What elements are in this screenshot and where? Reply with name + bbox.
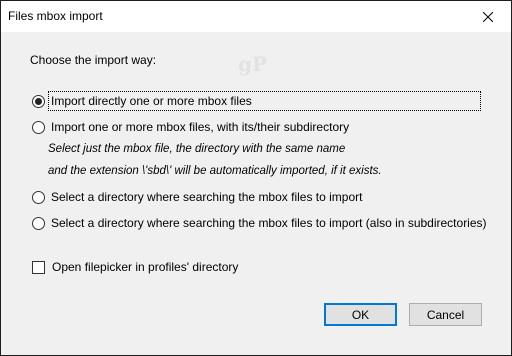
- import-dialog: Files mbox import gP Choose the import w…: [0, 0, 512, 356]
- note-line-2: and the extension \'sbd\' will be automa…: [48, 165, 382, 177]
- cancel-button[interactable]: Cancel: [409, 303, 482, 326]
- option-label: Select a directory where searching the m…: [51, 216, 487, 230]
- close-icon: [483, 11, 493, 22]
- filepicker-profiles-option[interactable]: Open filepicker in profiles' directory: [32, 258, 238, 276]
- dialog-body: gP Choose the import way: Import directl…: [1, 32, 511, 355]
- option-import-directly[interactable]: Import directly one or more mbox files: [32, 91, 481, 111]
- note-line-1: Select just the mbox file, the directory…: [48, 143, 346, 155]
- option-import-with-subdirectory[interactable]: Import one or more mbox files, with its/…: [32, 118, 349, 136]
- option-select-directory-recursive[interactable]: Select a directory where searching the m…: [32, 214, 487, 232]
- close-button[interactable]: [465, 1, 511, 32]
- filepicker-profiles-checkbox[interactable]: [32, 260, 45, 274]
- option-select-directory[interactable]: Select a directory where searching the m…: [32, 188, 362, 206]
- watermark-logo: gP: [238, 52, 268, 76]
- radio-import-with-subdirectory[interactable]: [32, 120, 45, 134]
- checkbox-label: Open filepicker in profiles' directory: [52, 260, 239, 274]
- dialog-title: Files mbox import: [8, 9, 103, 23]
- radio-select-directory[interactable]: [32, 190, 45, 204]
- radio-import-directly[interactable]: [32, 94, 45, 108]
- title-bar: Files mbox import: [1, 1, 511, 32]
- option-label: Select a directory where searching the m…: [51, 190, 363, 204]
- option-label: Import directly one or more mbox files: [48, 91, 481, 111]
- heading-label: Choose the import way:: [30, 53, 157, 67]
- radio-select-directory-recursive[interactable]: [32, 216, 45, 230]
- option-label: Import one or more mbox files, with its/…: [51, 120, 350, 134]
- ok-button[interactable]: OK: [324, 303, 397, 326]
